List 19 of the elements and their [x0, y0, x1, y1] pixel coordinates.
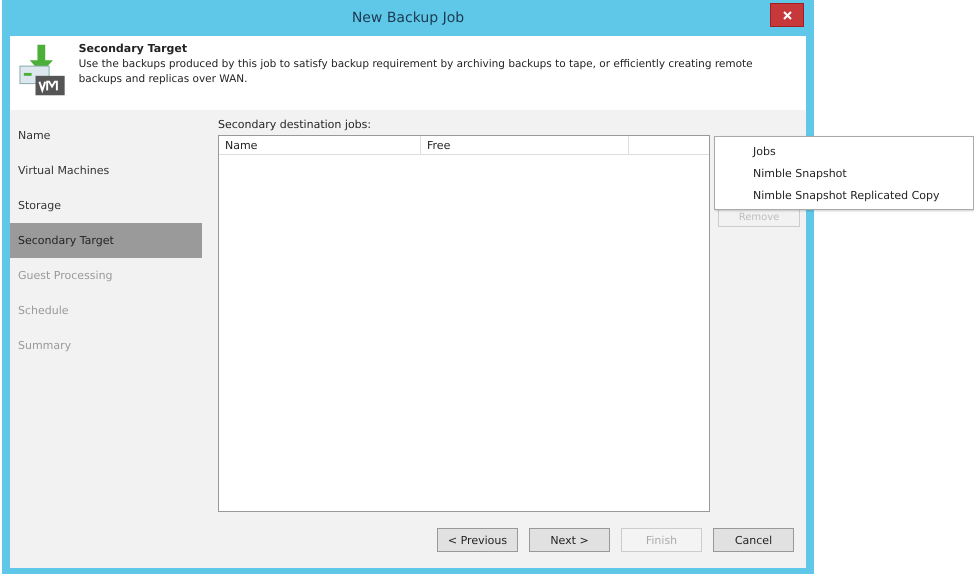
wizard-step[interactable]: Secondary Target: [10, 223, 202, 258]
window-title: New Backup Job: [352, 10, 464, 26]
wizard-step[interactable]: Storage: [10, 188, 202, 223]
backup-vm-icon: [18, 42, 67, 98]
page-title: Secondary Target: [78, 42, 188, 55]
column-header[interactable]: Free: [421, 136, 629, 154]
close-icon: [782, 10, 792, 20]
wizard-step[interactable]: Virtual Machines: [10, 153, 202, 188]
menu-item[interactable]: Nimble Snapshot Replicated Copy: [715, 184, 973, 206]
table-label: Secondary destination jobs:: [218, 118, 372, 131]
column-header[interactable]: Name: [219, 136, 421, 154]
menu-item[interactable]: Nimble Snapshot: [715, 162, 973, 184]
cancel-button[interactable]: Cancel: [713, 528, 794, 552]
next-button[interactable]: Next >: [529, 528, 610, 552]
close-button[interactable]: [770, 3, 804, 27]
menu-item[interactable]: Jobs: [715, 140, 973, 162]
previous-button[interactable]: < Previous: [437, 528, 518, 552]
page-description: Use the backups produced by this job to satisfy backup requirement by archiving backups to tape, or efficiently creating remote backups and replicas over WAN.: [78, 57, 754, 87]
wizard-step[interactable]: Name: [10, 118, 202, 153]
